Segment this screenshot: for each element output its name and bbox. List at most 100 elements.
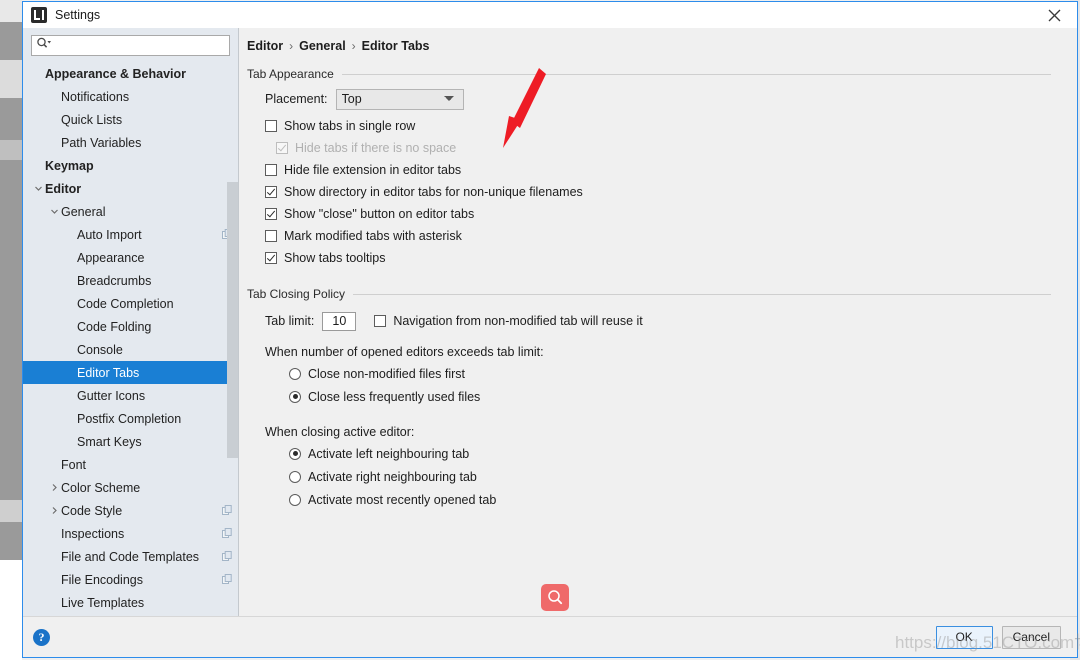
- closing-radio-group: Activate left neighbouring tab Activate r…: [265, 442, 1051, 511]
- radio-close-non-modified-files-first[interactable]: [289, 367, 301, 380]
- placement-select[interactable]: TopBottomLeftRightNone: [335, 88, 464, 110]
- chevron-down-icon[interactable]: [47, 207, 61, 216]
- checkbox-row[interactable]: Hide file extension in editor tabs: [265, 159, 1051, 181]
- sidebar-item-postfix-completion[interactable]: Postfix Completion: [23, 407, 238, 430]
- sidebar-item-general[interactable]: General: [23, 200, 238, 223]
- checkbox-row[interactable]: Mark modified tabs with asterisk: [265, 225, 1051, 247]
- sidebar-item-auto-import[interactable]: Auto Import: [23, 223, 238, 246]
- group-tab-closing-policy: Tab Closing Policy Tab limit: Navigation…: [239, 287, 1077, 511]
- sidebar-item-editor[interactable]: Editor: [23, 177, 238, 200]
- settings-dialog: Settings Appearance & Behavior Notificat…: [22, 1, 1078, 658]
- checkbox-mark-modified-tabs-with-asterisk[interactable]: [265, 230, 277, 242]
- sidebar-item-code-style[interactable]: Code Style: [23, 499, 238, 522]
- radio-row[interactable]: Activate right neighbouring tab: [265, 465, 1051, 488]
- exceeds-radio-group: Close non-modified files first Close less…: [265, 362, 1051, 408]
- sidebar-item-label: File and Code Templates: [61, 549, 200, 564]
- sidebar-item-code-completion[interactable]: Code Completion: [23, 292, 238, 315]
- chevron-down-icon[interactable]: [31, 184, 45, 193]
- radio-row[interactable]: Activate most recently opened tab: [265, 488, 1051, 511]
- breadcrumb-item-general[interactable]: General: [299, 39, 346, 53]
- search-box[interactable]: [31, 35, 230, 56]
- tab-limit-label: Tab limit:: [265, 314, 315, 328]
- sidebar-item-label: Editor Tabs: [77, 365, 140, 380]
- sidebar-item-smart-keys[interactable]: Smart Keys: [23, 430, 238, 453]
- sidebar-item-file-encodings[interactable]: File Encodings: [23, 568, 238, 591]
- group-title-tab-appearance: Tab Appearance: [247, 67, 1051, 81]
- help-icon[interactable]: ?: [33, 628, 50, 646]
- sidebar-item-appearance[interactable]: Appearance: [23, 246, 238, 269]
- checkbox-label: Show tabs tooltips: [284, 251, 386, 265]
- checkbox-hide-file-extension-in-editor-tabs[interactable]: [265, 164, 277, 176]
- settings-main-panel: Editor › General › Editor Tabs Tab Appea…: [239, 28, 1077, 616]
- sidebar-item-font[interactable]: Font: [23, 453, 238, 476]
- checkbox-row[interactable]: Show tabs tooltips: [265, 247, 1051, 269]
- sidebar-item-inspections[interactable]: Inspections: [23, 522, 238, 545]
- sidebar-item-color-scheme[interactable]: Color Scheme: [23, 476, 238, 499]
- sidebar-item-label: Breadcrumbs: [77, 273, 152, 288]
- search-badge-icon[interactable]: [541, 584, 569, 611]
- navigation-reuse-checkbox[interactable]: [374, 315, 387, 327]
- chevron-right-icon[interactable]: [47, 483, 61, 492]
- search-icon: [36, 37, 51, 55]
- checkbox-row[interactable]: Show "close" button on editor tabs: [265, 203, 1051, 225]
- checkbox-show-directory-in-editor-tabs-for-non-unique-filenames[interactable]: [265, 186, 277, 198]
- tab-limit-input[interactable]: [322, 311, 357, 331]
- ide-left-toolwindow-strip: [0, 0, 22, 660]
- sidebar-scrollbar[interactable]: [227, 182, 238, 458]
- checkbox-row[interactable]: Show tabs in single row: [265, 115, 1051, 137]
- copy-settings-icon[interactable]: [222, 504, 232, 518]
- sidebar-item-code-folding[interactable]: Code Folding: [23, 315, 238, 338]
- radio-close-less-frequently-used-files[interactable]: [289, 390, 301, 403]
- checkbox-show-tabs-in-single-row[interactable]: [265, 120, 277, 132]
- checkbox-label: Hide file extension in editor tabs: [284, 163, 462, 177]
- sidebar-item-label: Notifications: [61, 89, 130, 104]
- ok-button[interactable]: OK: [935, 625, 993, 649]
- radio-label: Activate left neighbouring tab: [308, 446, 470, 461]
- sidebar-item-label: Font: [61, 457, 87, 472]
- radio-row[interactable]: Activate left neighbouring tab: [265, 442, 1051, 465]
- radio-row[interactable]: Close non-modified files first: [265, 362, 1051, 385]
- group-label: Tab Appearance: [247, 67, 334, 81]
- group-content-tab-closing-policy: Tab limit: Navigation from non-modified …: [247, 301, 1051, 511]
- group-rule: [353, 293, 1051, 295]
- sidebar-item-gutter-icons[interactable]: Gutter Icons: [23, 384, 238, 407]
- checkbox-label: Show directory in editor tabs for non-un…: [284, 185, 583, 199]
- sidebar-item-path-variables[interactable]: Path Variables: [23, 131, 238, 154]
- cancel-button[interactable]: Cancel: [1001, 625, 1061, 649]
- radio-activate-right-neighbouring-tab[interactable]: [289, 470, 301, 483]
- sidebar-item-label: Live Templates: [61, 595, 145, 610]
- sidebar-item-label: Code Completion: [77, 296, 174, 311]
- settings-sidebar: Appearance & Behavior Notifications Quick …: [23, 28, 239, 616]
- chevron-right-icon[interactable]: [47, 506, 61, 515]
- sidebar-item-breadcrumbs[interactable]: Breadcrumbs: [23, 269, 238, 292]
- sidebar-item-keymap[interactable]: Keymap: [23, 154, 238, 177]
- checkbox-show-tabs-tooltips[interactable]: [265, 252, 277, 264]
- checkbox-row[interactable]: Show directory in editor tabs for non-un…: [265, 181, 1051, 203]
- sidebar-item-label: Appearance & Behavior: [45, 66, 187, 81]
- sidebar-item-file-and-code-templates[interactable]: File and Code Templates: [23, 545, 238, 568]
- settings-tree[interactable]: Appearance & Behavior Notifications Quick …: [23, 62, 238, 616]
- copy-settings-icon[interactable]: [222, 550, 232, 564]
- close-icon[interactable]: [1031, 2, 1077, 28]
- radio-activate-left-neighbouring-tab[interactable]: [289, 447, 301, 460]
- checkbox-show-close-button-on-editor-tabs[interactable]: [265, 208, 277, 220]
- sidebar-item-label: Color Scheme: [61, 480, 141, 495]
- sidebar-item-label: Console: [77, 342, 123, 357]
- checkbox-label: Hide tabs if there is no space: [295, 141, 457, 155]
- search-input[interactable]: [51, 37, 229, 54]
- placement-label: Placement:: [265, 92, 328, 106]
- copy-settings-icon[interactable]: [222, 527, 232, 541]
- breadcrumb-item-editor[interactable]: Editor: [247, 39, 283, 53]
- sidebar-item-editor-tabs[interactable]: Editor Tabs: [23, 361, 238, 384]
- sidebar-item-console[interactable]: Console: [23, 338, 238, 361]
- tab-appearance-checkbox-list: Show tabs in single row Hide tabs if ther…: [265, 115, 1051, 269]
- radio-activate-most-recently-opened-tab[interactable]: [289, 493, 301, 506]
- radio-row[interactable]: Close less frequently used files: [265, 385, 1051, 408]
- sidebar-item-label: File Encodings: [61, 572, 143, 587]
- copy-settings-icon[interactable]: [222, 573, 232, 587]
- sidebar-item-live-templates[interactable]: Live Templates: [23, 591, 238, 614]
- sidebar-item-notifications[interactable]: Notifications: [23, 85, 238, 108]
- sidebar-item-appearance-behavior[interactable]: Appearance & Behavior: [23, 62, 238, 85]
- sidebar-item-quick-lists[interactable]: Quick Lists: [23, 108, 238, 131]
- checkbox-hide-tabs-if-there-is-no-space: [276, 142, 288, 154]
